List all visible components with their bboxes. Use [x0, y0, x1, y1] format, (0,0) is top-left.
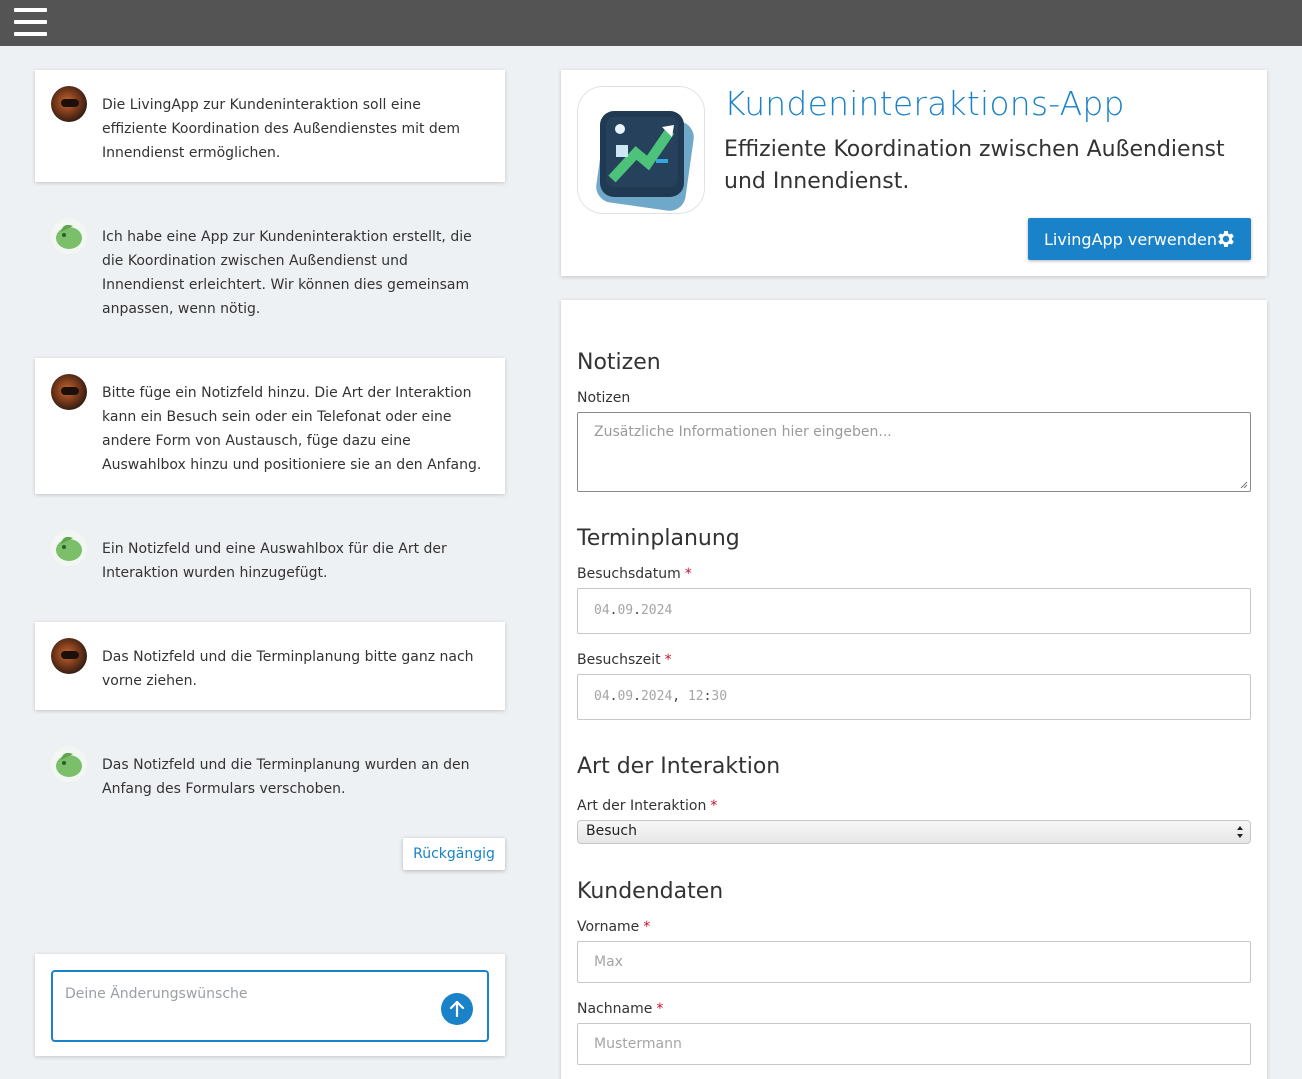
- visit-date-label: Besuchsdatum *: [577, 566, 692, 582]
- input-placeholder: Deine Änderungswünsche: [65, 986, 248, 1002]
- interaction-label: Art der Interaktion *: [577, 798, 718, 814]
- form-card: Notizen Notizen Zusätzliche Informatione…: [561, 300, 1267, 1079]
- chat-message-assistant: Ein Notizfeld und eine Auswahlbox für di…: [35, 526, 505, 590]
- user-avatar: [51, 374, 87, 410]
- message-text: Die LivingApp zur Kundeninteraktion soll…: [102, 97, 461, 161]
- undo-button[interactable]: Rückgängig: [403, 838, 505, 870]
- visit-date-input[interactable]: 04.09.2024: [577, 588, 1251, 634]
- chat-message-user: Das Notizfeld und die Terminplanung bitt…: [35, 622, 505, 710]
- chat-message-user: Bitte füge ein Notizfeld hinzu. Die Art …: [35, 358, 505, 494]
- app-logo: [577, 86, 705, 214]
- visit-time-input[interactable]: 04.09.2024, 12:30: [577, 674, 1251, 720]
- user-avatar: [51, 86, 87, 122]
- required-marker: *: [643, 919, 651, 935]
- visit-time-label: Besuchszeit *: [577, 652, 672, 668]
- lastname-input[interactable]: Mustermann: [577, 1023, 1251, 1065]
- gear-icon: [1218, 231, 1234, 247]
- required-marker: *: [664, 652, 672, 668]
- date-placeholder: 04.09.2024: [594, 603, 673, 618]
- select-value: Besuch: [586, 823, 637, 839]
- datetime-placeholder: 04.09.2024, 12:30: [594, 689, 728, 704]
- section-title-schedule: Terminplanung: [577, 526, 740, 551]
- assistant-avatar: [51, 530, 87, 566]
- firstname-label: Vorname *: [577, 919, 651, 935]
- required-marker: *: [684, 566, 692, 582]
- user-avatar: [51, 638, 87, 674]
- app-header-card: Kundeninteraktions-App Effiziente Koordi…: [561, 70, 1267, 276]
- assistant-avatar: [51, 218, 87, 254]
- app-title: Kundeninteraktions-App: [724, 84, 1125, 123]
- send-button[interactable]: [441, 993, 473, 1025]
- use-button-label: LivingApp verwenden: [1044, 229, 1218, 249]
- firstname-placeholder: Max: [594, 954, 623, 970]
- chat-input-card: Deine Änderungswünsche: [35, 954, 505, 1056]
- lastname-label: Nachname *: [577, 1001, 664, 1017]
- change-request-input[interactable]: Deine Änderungswünsche: [51, 970, 489, 1042]
- section-title-interaction: Art der Interaktion: [577, 754, 781, 779]
- message-text: Das Notizfeld und die Terminplanung bitt…: [102, 649, 474, 689]
- assistant-avatar: [51, 746, 87, 782]
- chat-message-assistant: Das Notizfeld und die Terminplanung wurd…: [35, 742, 505, 806]
- resize-handle-icon[interactable]: [1240, 481, 1248, 489]
- message-text: Ich habe eine App zur Kundeninteraktion …: [102, 229, 472, 317]
- section-title-notes: Notizen: [577, 350, 661, 375]
- app-subtitle: Effiziente Koordination zwischen Außendi…: [724, 137, 1225, 194]
- select-arrows-icon: [1237, 826, 1243, 838]
- use-livingapp-button[interactable]: LivingApp verwenden: [1028, 218, 1251, 260]
- hamburger-menu-icon[interactable]: [14, 8, 47, 36]
- notes-textarea[interactable]: Zusätzliche Informationen hier eingeben.…: [577, 412, 1251, 492]
- interaction-type-select[interactable]: Besuch: [577, 820, 1251, 844]
- message-text: Das Notizfeld und die Terminplanung wurd…: [102, 757, 470, 797]
- section-title-customer: Kundendaten: [577, 879, 724, 904]
- required-marker: *: [656, 1001, 664, 1017]
- firstname-input[interactable]: Max: [577, 941, 1251, 983]
- message-text: Ein Notizfeld und eine Auswahlbox für di…: [102, 541, 447, 581]
- notes-placeholder: Zusätzliche Informationen hier eingeben.…: [594, 424, 892, 440]
- top-bar: [0, 0, 1302, 46]
- required-marker: *: [710, 798, 718, 814]
- lastname-placeholder: Mustermann: [594, 1036, 682, 1052]
- arrow-up-icon: [449, 1000, 465, 1018]
- chat-message-user: Die LivingApp zur Kundeninteraktion soll…: [35, 70, 505, 182]
- notes-label: Notizen: [577, 390, 631, 406]
- chat-message-assistant: Ich habe eine App zur Kundeninteraktion …: [35, 214, 505, 324]
- message-text: Bitte füge ein Notizfeld hinzu. Die Art …: [102, 385, 482, 473]
